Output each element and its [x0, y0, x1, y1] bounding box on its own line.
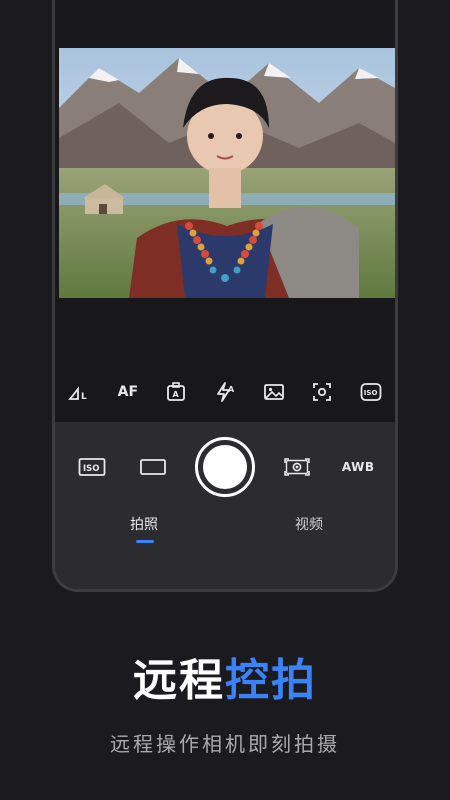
- frame-ratio-button[interactable]: [133, 447, 173, 487]
- capture-control-panel: ISO AWB 拍照 视频: [55, 422, 395, 589]
- svg-text:A: A: [228, 385, 235, 394]
- iso-setting-button[interactable]: ISO: [357, 378, 385, 406]
- gallery-icon: [263, 384, 284, 400]
- svg-text:L: L: [81, 392, 87, 402]
- awb-label: AWB: [341, 460, 375, 474]
- capture-controls-row: ISO AWB: [55, 437, 395, 497]
- mode-switcher: 拍照 视频: [55, 510, 395, 550]
- shutter-inner-icon: [202, 445, 247, 489]
- frame-rectangle-icon: [140, 459, 167, 475]
- promo-title-blue: 控拍: [225, 655, 317, 706]
- promo-title-white: 远程: [133, 655, 225, 706]
- metering-button[interactable]: [277, 447, 317, 487]
- phone-frame: L AF A A ISO ISO AWB 拍照 视频: [52, 0, 398, 592]
- camera-preview-area: L AF A A ISO: [55, 0, 395, 422]
- metering-icon: [283, 458, 310, 476]
- camera-settings-toolbar: L AF A A ISO: [55, 374, 395, 410]
- viewfinder-photo: [59, 48, 395, 298]
- flash-button[interactable]: A: [211, 378, 239, 406]
- svg-text:ISO: ISO: [83, 464, 100, 474]
- promo-title: 远程控拍: [0, 644, 450, 708]
- auto-exposure-icon: A: [167, 382, 186, 401]
- autofocus-button[interactable]: AF: [114, 378, 142, 406]
- svg-text:A: A: [173, 390, 180, 399]
- gallery-button[interactable]: [260, 378, 288, 406]
- focus-frame-button[interactable]: [308, 378, 336, 406]
- active-tab-indicator: [136, 540, 154, 543]
- aspect-ratio-button[interactable]: L: [65, 378, 93, 406]
- auto-exposure-button[interactable]: A: [162, 378, 190, 406]
- awb-button[interactable]: AWB: [338, 447, 378, 487]
- svg-text:ISO: ISO: [363, 389, 377, 397]
- focus-frame-icon: [313, 383, 331, 401]
- iso-button[interactable]: ISO: [72, 447, 112, 487]
- flash-auto-icon: A: [217, 382, 235, 402]
- autofocus-icon: AF: [117, 384, 139, 400]
- aspect-ratio-icon: L: [68, 386, 87, 402]
- promo-subtitle: 远程操作相机即刻拍摄: [110, 732, 340, 756]
- shutter-button[interactable]: [194, 437, 255, 497]
- tab-video[interactable]: 视频: [295, 514, 323, 534]
- landscape-portrait-image: [59, 48, 395, 298]
- iso-icon: ISO: [360, 383, 382, 401]
- iso-icon: ISO: [78, 458, 106, 476]
- tab-photo[interactable]: 拍照: [130, 514, 158, 534]
